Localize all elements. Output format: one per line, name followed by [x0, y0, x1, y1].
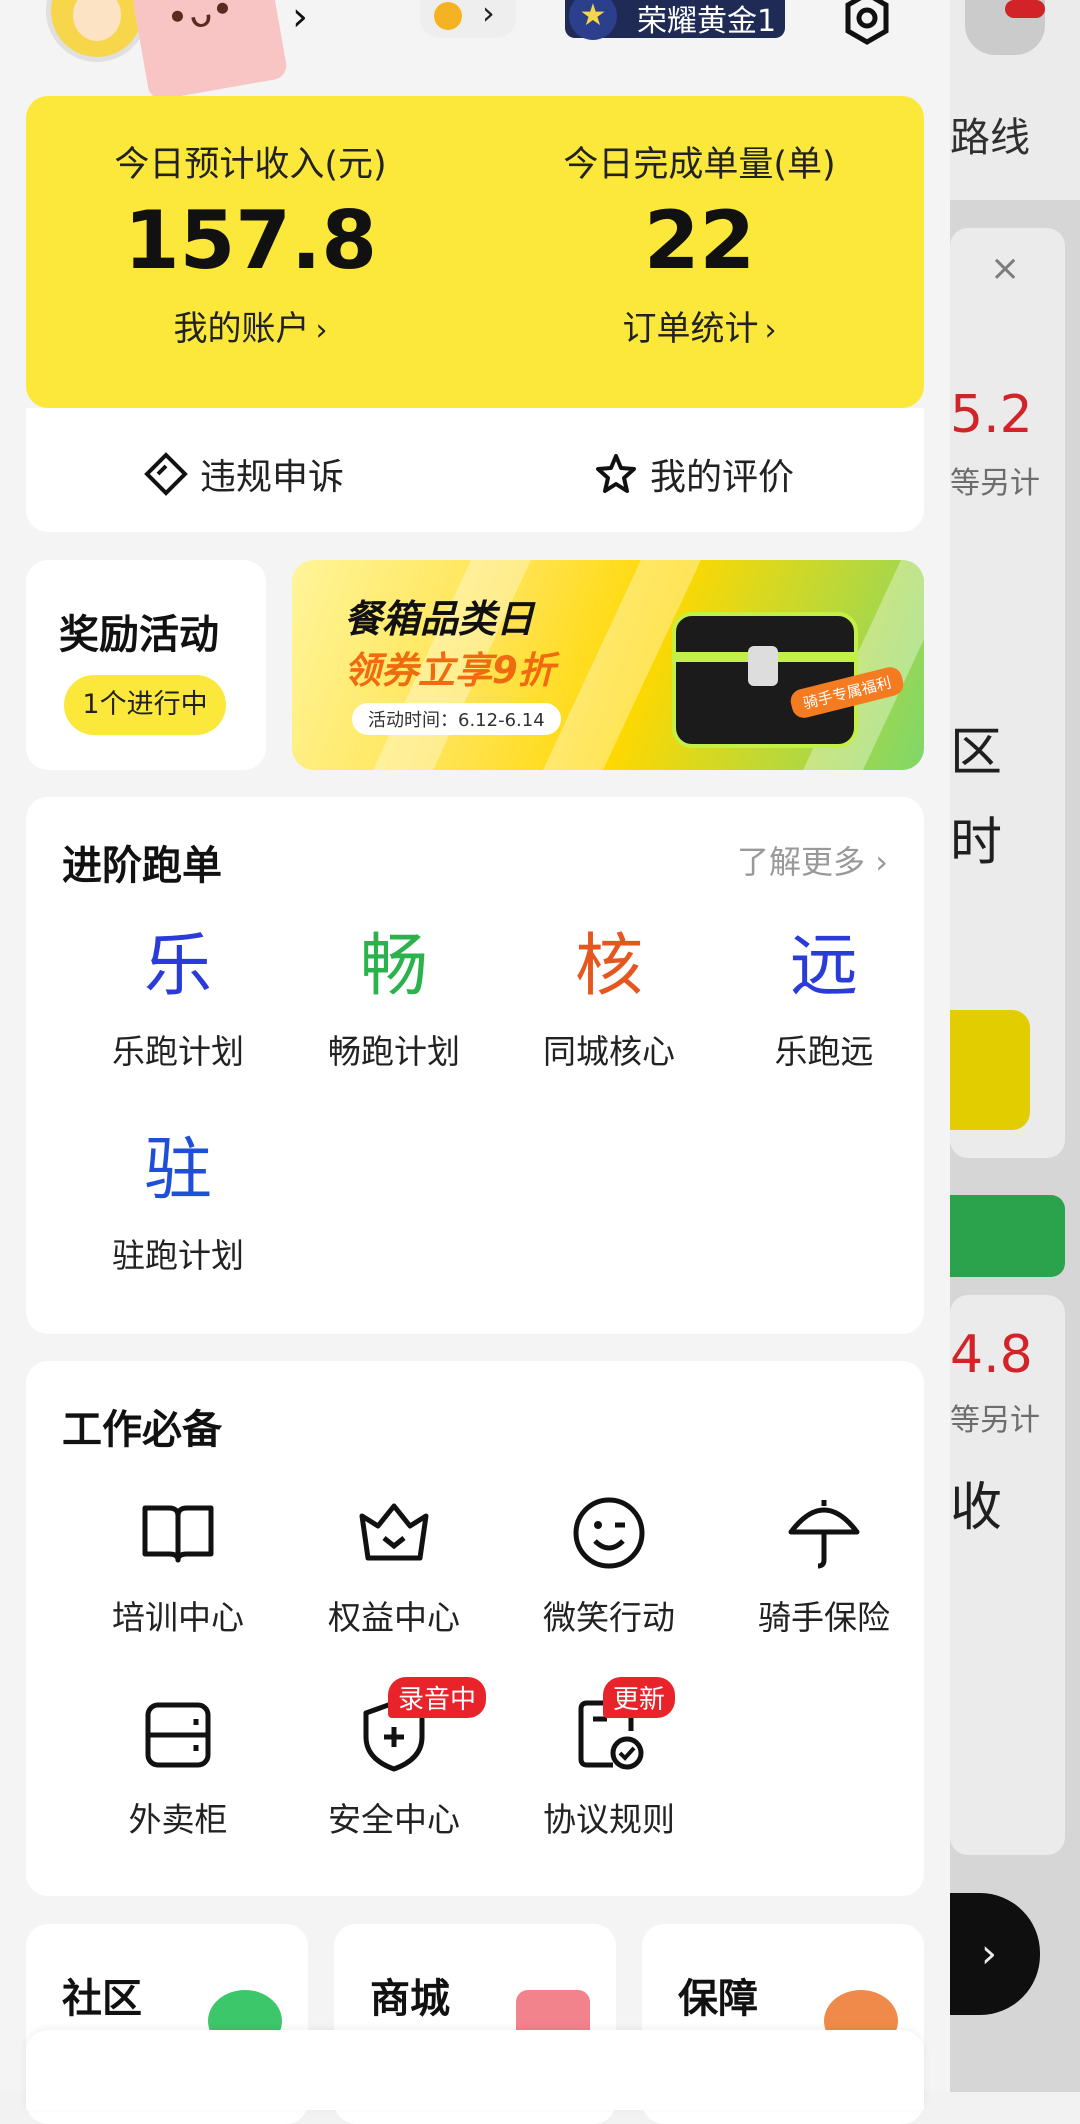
tool-label: 权益中心 [328, 1598, 460, 1637]
agreement-rules[interactable]: 协议规则 更新 [501, 1677, 717, 1841]
promo-banner[interactable]: 餐箱品类日 领券立享9折 活动时间：6.12-6.14 骑手专属福利 [292, 560, 924, 770]
crown-icon [359, 1503, 429, 1561]
tool-label: 协议规则 [543, 1800, 675, 1839]
smile-action[interactable]: 微笑行动 [501, 1493, 717, 1639]
my-review-button[interactable]: 我的评价 [594, 448, 794, 500]
rights-center[interactable]: 权益中心 [286, 1493, 502, 1639]
tool-label: 培训中心 [112, 1598, 244, 1637]
quick-links: 违规申诉 我的评价 [26, 408, 924, 532]
income-label: 今日预计收入(元) [114, 145, 387, 185]
plan-far[interactable]: 远 乐跑远 [716, 927, 932, 1073]
changpao-icon: 畅 [359, 927, 428, 1006]
card-title: 商城 [370, 1976, 450, 2022]
core-icon: 核 [574, 927, 643, 1006]
scrim[interactable] [950, 0, 1080, 2092]
delivery-box-image [672, 612, 858, 748]
tools-section: 工作必备 培训中心 权益中心 微笑行动 骑手保险 外卖柜 安全中心 录音中 协议… [26, 1361, 924, 1896]
advanced-section: 进阶跑单 了解更多 › 乐 乐跑计划 畅 畅跑计划 核 同城核心 远 乐跑远 驻… [26, 797, 924, 1334]
far-icon: 远 [789, 927, 858, 1006]
rider-insurance[interactable]: 骑手保险 [716, 1493, 932, 1639]
tool-label: 微笑行动 [543, 1598, 675, 1637]
umbrella-icon [788, 1500, 860, 1569]
coin-icon [434, 2, 462, 30]
my-account-link[interactable]: 我的账户 › [26, 301, 475, 350]
bottom-sheet[interactable] [26, 2030, 924, 2110]
plan-label: 畅跑计划 [328, 1032, 460, 1071]
rank-badge[interactable]: ★ 荣耀黄金1 [565, 0, 785, 40]
avatar[interactable] [46, 0, 148, 62]
plan-core[interactable]: 核 同城核心 [501, 927, 717, 1073]
tool-label: 骑手保险 [758, 1598, 890, 1637]
recording-badge: 录音中 [388, 1677, 487, 1718]
training-center[interactable]: 培训中心 [70, 1493, 286, 1639]
income-column: 今日预计收入(元) 157.8 我的账户 › [26, 136, 475, 350]
orders-value: 22 [643, 194, 756, 287]
profile-arrow-icon[interactable]: › [292, 0, 308, 40]
star-outline-icon [596, 454, 636, 493]
tool-label: 安全中心 [328, 1800, 460, 1839]
plan-zhupao[interactable]: 驻 驻跑计划 [70, 1131, 286, 1277]
locker-icon [145, 1702, 211, 1768]
zhupao-icon: 驻 [143, 1131, 212, 1210]
delivery-locker[interactable]: 外卖柜 [70, 1695, 286, 1841]
banner-date: 活动时间：6.12-6.14 [352, 703, 561, 735]
banner-headline: 餐箱品类日 [344, 597, 535, 641]
settings-gear-icon[interactable] [838, 0, 896, 48]
plan-lepao[interactable]: 乐 乐跑计划 [70, 927, 286, 1073]
plan-label: 乐跑远 [774, 1032, 874, 1071]
drawer-header: •ᴗ• › › ★ 荣耀黄金1 [0, 0, 950, 102]
coin-button[interactable]: › [420, 0, 516, 38]
sticker-image: •ᴗ• [131, 0, 289, 102]
star-icon: ★ [569, 0, 617, 40]
safety-center[interactable]: 安全中心 录音中 [286, 1677, 502, 1841]
smile-icon [573, 1497, 645, 1569]
income-value: 157.8 [123, 194, 378, 287]
plan-label: 驻跑计划 [112, 1236, 244, 1275]
side-drawer: •ᴗ• › › ★ 荣耀黄金1 今日预计收入(元) 157.8 我的账户 › 今日… [0, 0, 950, 2124]
plan-changpao[interactable]: 畅 畅跑计划 [286, 927, 502, 1073]
orders-column: 今日完成单量(单) 22 订单统计 › [475, 136, 924, 350]
rank-label: 荣耀黄金1 [637, 4, 777, 39]
chevron-right-icon: › [482, 0, 495, 32]
tool-label: 外卖柜 [128, 1800, 228, 1839]
section-title: 进阶跑单 [62, 843, 222, 889]
income-card: 今日预计收入(元) 157.8 我的账户 › 今日完成单量(单) 22 订单统计 › [26, 96, 924, 408]
plan-label: 同城核心 [543, 1032, 675, 1071]
lepao-icon: 乐 [143, 927, 212, 1006]
tag-icon [144, 452, 188, 496]
reward-title: 奖励活动 [59, 612, 219, 658]
book-icon [142, 1505, 214, 1563]
card-title: 社区 [62, 1976, 142, 2022]
learn-more-link[interactable]: 了解更多 › [737, 837, 888, 883]
plan-label: 乐跑计划 [112, 1032, 244, 1071]
reward-card[interactable]: 奖励活动 1个进行中 [26, 560, 266, 770]
card-title: 保障 [678, 1976, 758, 2022]
section-title: 工作必备 [62, 1407, 222, 1453]
order-stats-link[interactable]: 订单统计 › [475, 301, 924, 350]
orders-label: 今日完成单量(单) [563, 145, 836, 185]
update-badge: 更新 [603, 1677, 676, 1718]
appeal-button[interactable]: 违规申诉 [144, 448, 344, 500]
reward-status-badge: 1个进行中 [64, 675, 226, 735]
banner-subline: 领券立享9折 [344, 649, 555, 692]
